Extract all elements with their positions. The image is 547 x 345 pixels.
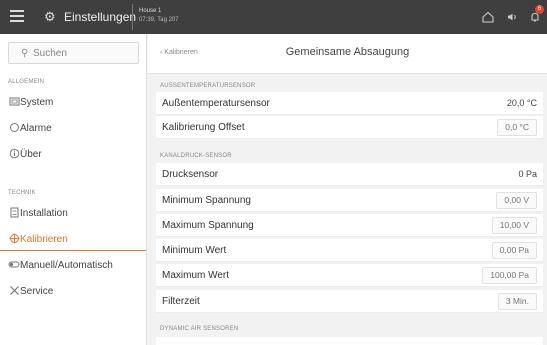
location-time: 07:39, Tag 207 (139, 17, 179, 23)
sidebar-item-alarme[interactable]: Alarme (0, 118, 146, 140)
setting-row[interactable]: Minimum Spannung 0,00 V (156, 189, 543, 212)
section-label-dynamic-air-sensoren: DYNAMIC AIR SENSOREN (160, 326, 239, 332)
section-label-kanaldruck-sensor: KANALDRUCK-SENSOR (160, 153, 232, 159)
sidebar-item-kalibrieren[interactable]: Kalibrieren (0, 229, 146, 251)
setting-row[interactable]: Kalibrierung Offset 0,0 °C (156, 116, 543, 139)
search-placeholder: Suchen (33, 48, 67, 59)
section-label-aussentemperatursensor: AUSSENTEMPERATURSENSOR (160, 83, 256, 89)
tools-icon (8, 285, 20, 297)
toggle-icon (8, 259, 20, 271)
sidebar-group-label-allgemein: ALLGEMEIN (8, 79, 45, 85)
sidebar: ⚲ Suchen ALLGEMEIN System Alarme Über TE… (0, 34, 147, 345)
home-icon[interactable] (481, 10, 495, 24)
setting-value-input[interactable]: 0,00 V (496, 192, 537, 209)
sidebar-item-label: Kalibrieren (20, 234, 68, 245)
sidebar-item-label: Manuell/Automatisch (20, 260, 113, 271)
setting-value: 20,0 °C (506, 98, 537, 108)
setting-name: Maximum Spannung (162, 220, 254, 231)
setting-name: Minimum Wert (162, 245, 227, 256)
title-divider (132, 4, 133, 30)
sidebar-item-label: Service (20, 286, 54, 297)
setting-name: Außentemperatursensor (162, 98, 270, 109)
setting-name: Filterzeit (162, 296, 200, 307)
search-input[interactable]: ⚲ Suchen (8, 42, 139, 64)
sidebar-item-label: System (20, 97, 54, 108)
sidebar-item-label: Installation (20, 208, 68, 219)
setting-name: Maximum Wert (162, 270, 230, 281)
top-bar: ⚙ Einstellungen House 1 07:39, Tag 207 6 (0, 0, 547, 34)
setting-value-input[interactable]: 10,00 V (491, 217, 537, 234)
system-icon (8, 96, 20, 108)
location-name[interactable]: House 1 (139, 7, 161, 15)
setting-row-partial (156, 337, 543, 345)
setting-value-input[interactable]: 100,00 Pa (482, 267, 537, 284)
header-bar: ‹ Kalibrieren Gemeinsame Absaugung (148, 34, 547, 74)
sidebar-item-manuell-automatisch[interactable]: Manuell/Automatisch (0, 255, 146, 277)
setting-row[interactable]: Maximum Wert 100,00 Pa (156, 264, 543, 287)
setting-row: Drucksensor 0 Pa (156, 163, 543, 186)
setting-value: 0 Pa (518, 169, 537, 179)
setting-name: Drucksensor (162, 169, 219, 180)
setting-name: Minimum Spannung (162, 195, 251, 206)
hamburger-menu-icon[interactable] (10, 10, 24, 24)
alarm-icon (8, 122, 20, 134)
installation-icon (8, 207, 20, 219)
speaker-icon[interactable] (505, 10, 519, 24)
notification-badge: 6 (535, 5, 544, 14)
setting-value-input[interactable]: 3 Min. (497, 293, 537, 310)
page-title: Gemeinsame Absaugung (285, 46, 410, 58)
setting-row[interactable]: Maximum Spannung 10,00 V (156, 214, 543, 237)
setting-row: Außentemperatursensor 20,0 °C (156, 92, 543, 115)
calibrate-icon (8, 233, 20, 245)
setting-row[interactable]: Minimum Wert 0,00 Pa (156, 239, 543, 262)
sidebar-group-label-technik: TECHNIK (8, 190, 36, 196)
sidebar-item-label: Alarme (20, 123, 52, 134)
sidebar-item-installation[interactable]: Installation (0, 203, 146, 225)
sidebar-item-service[interactable]: Service (0, 281, 146, 303)
main-content: ‹ Kalibrieren Gemeinsame Absaugung AUSSE… (148, 34, 547, 345)
app-title: Einstellungen (64, 10, 137, 24)
setting-name: Kalibrierung Offset (162, 122, 245, 133)
sidebar-item-label: Über (20, 149, 42, 160)
setting-row[interactable]: Filterzeit 3 Min. (156, 290, 543, 313)
sidebar-item-ueber[interactable]: Über (0, 144, 146, 166)
setting-value-input[interactable]: 0,00 Pa (491, 242, 537, 259)
gear-icon: ⚙ (44, 9, 56, 24)
info-icon (8, 148, 20, 160)
sidebar-item-system[interactable]: System (0, 92, 146, 114)
search-icon: ⚲ (21, 48, 29, 59)
setting-value-input[interactable]: 0,0 °C (497, 119, 537, 136)
